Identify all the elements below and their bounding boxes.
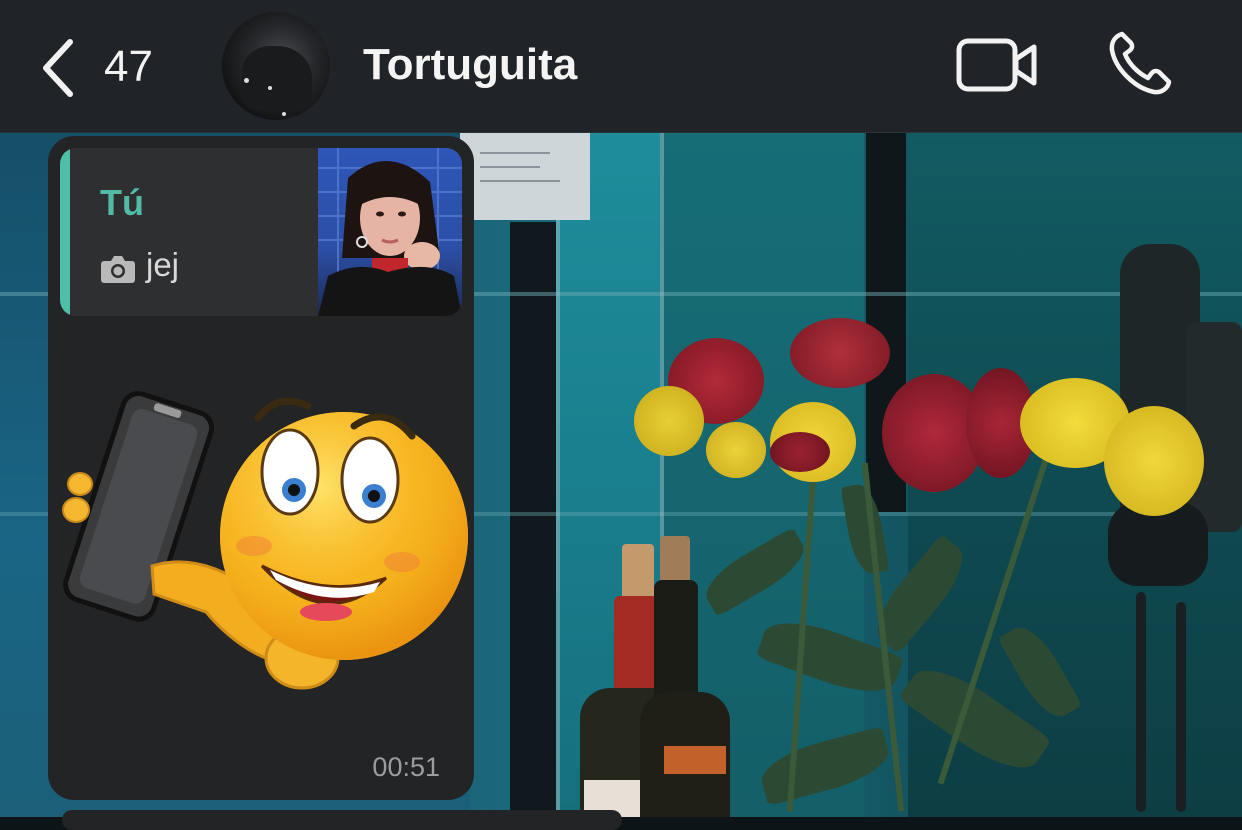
reply-photo-thumbnail — [318, 148, 462, 316]
video-camera-icon — [956, 38, 1037, 92]
chat-header: 47 Tortuguita — [0, 0, 1242, 133]
selfie-emoji-sticker[interactable] — [56, 376, 476, 706]
unread-count: 47 — [104, 42, 153, 91]
video-call-button[interactable] — [956, 38, 1038, 92]
back-button[interactable]: 47 — [30, 32, 180, 100]
contact-avatar[interactable] — [222, 12, 330, 120]
message-timestamp: 00:51 — [372, 752, 440, 782]
next-message-bubble[interactable] — [62, 810, 622, 830]
reply-text: jej — [146, 246, 180, 283]
voice-call-button[interactable] — [1108, 30, 1172, 96]
contact-name[interactable]: Tortuguita — [363, 40, 577, 90]
reply-accent-bar — [60, 148, 70, 316]
chevron-left-icon — [43, 39, 73, 97]
camera-icon — [101, 256, 135, 283]
quoted-reply[interactable]: Tú jej — [60, 148, 462, 316]
phone-icon — [1109, 31, 1172, 95]
message-bubble[interactable]: Tú jej 00:51 — [48, 136, 474, 800]
reply-author: Tú — [100, 182, 144, 223]
